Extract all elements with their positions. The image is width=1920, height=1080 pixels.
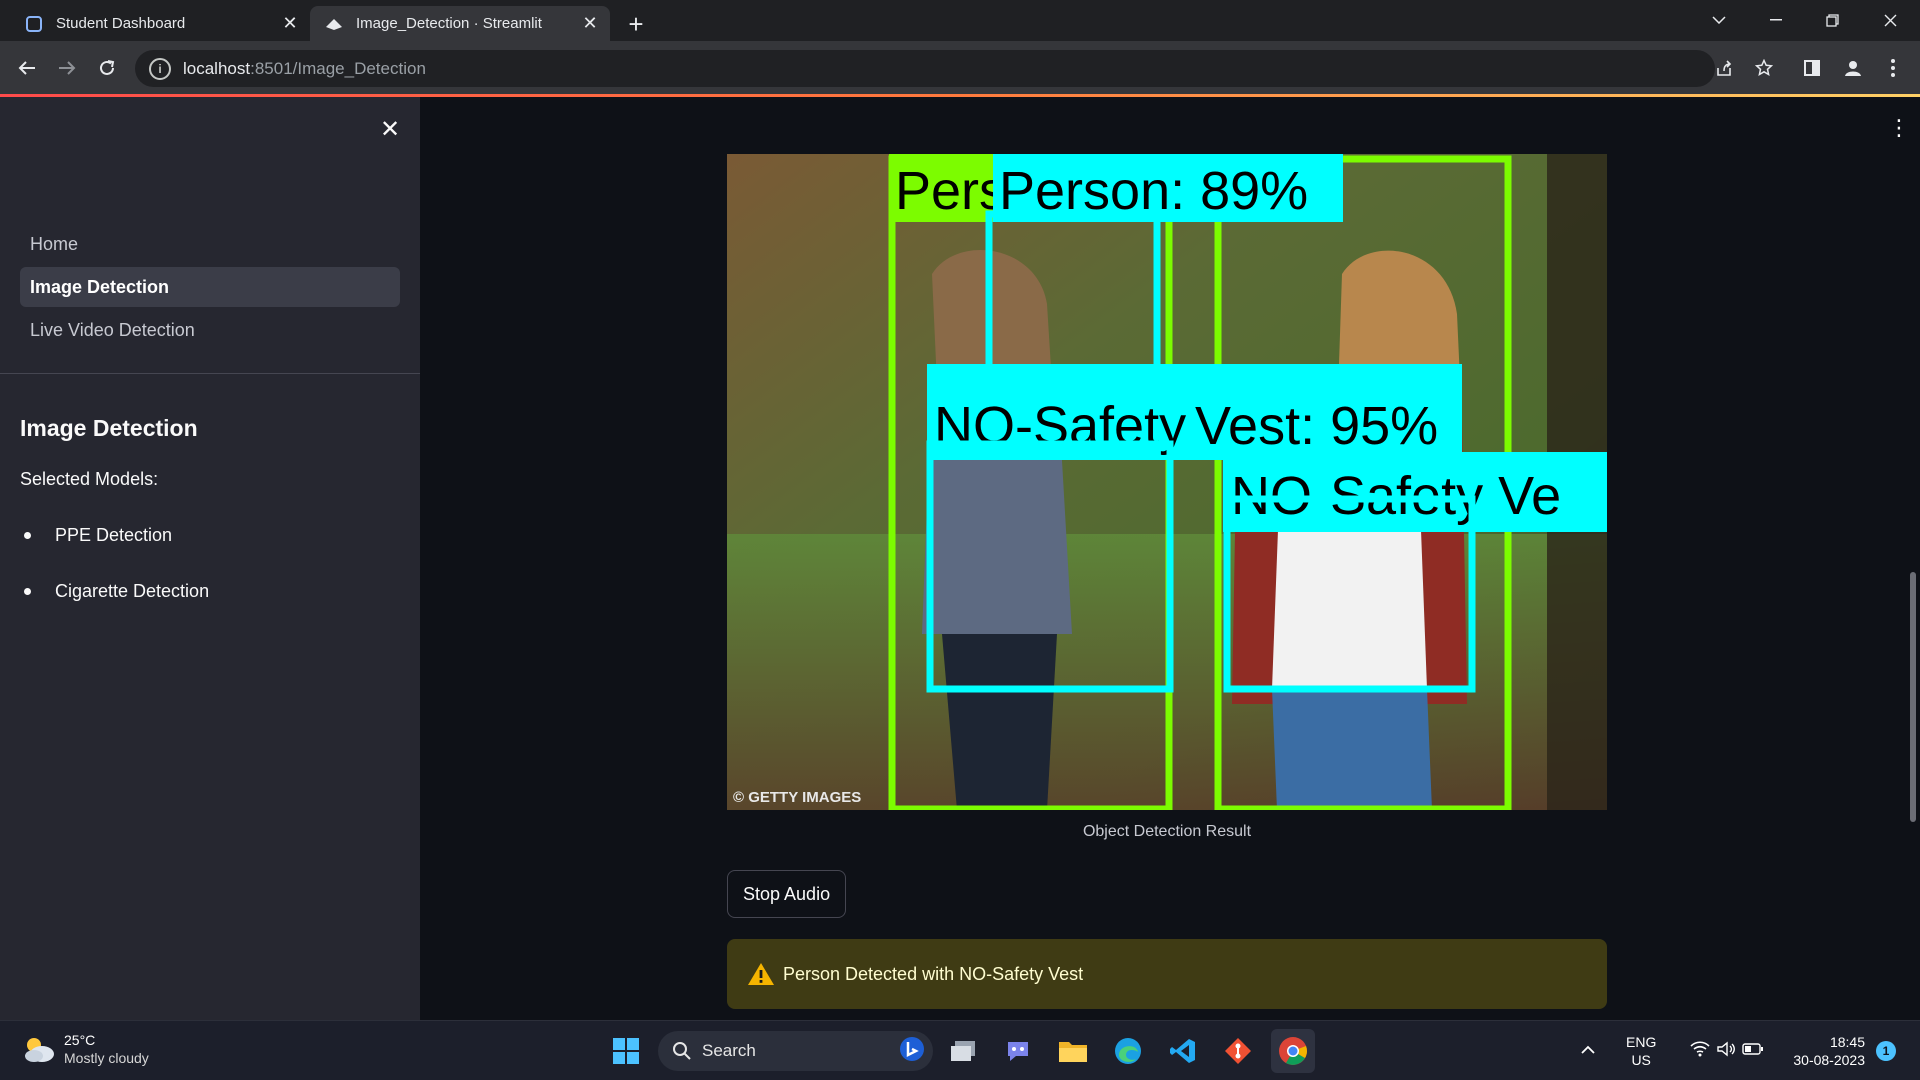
side-panel-icon[interactable] xyxy=(1795,51,1829,85)
browser-tab-bar: Student Dashboard ✕ Image_Detection · St… xyxy=(0,0,1920,41)
taskbar-search-box[interactable]: Search xyxy=(658,1031,933,1071)
battery-icon[interactable] xyxy=(1742,1042,1764,1061)
file-explorer-icon[interactable] xyxy=(1051,1029,1095,1073)
tray-overflow-chevron-icon[interactable] xyxy=(1580,1042,1596,1060)
sidebar-item-image-detection[interactable]: Image Detection xyxy=(20,267,400,307)
chrome-icon[interactable] xyxy=(1271,1029,1315,1073)
system-tray xyxy=(1580,1029,1764,1073)
streamlit-icon xyxy=(324,14,344,34)
bing-icon[interactable] xyxy=(899,1036,925,1067)
wifi-icon[interactable] xyxy=(1690,1040,1710,1062)
url-path: :8501/Image_Detection xyxy=(250,58,426,78)
tab-image-detection[interactable]: Image_Detection · Streamlit ✕ xyxy=(310,6,610,41)
url-text: localhost:8501/Image_Detection xyxy=(183,59,426,79)
edge-browser-icon[interactable] xyxy=(1106,1029,1150,1073)
app-menu-icon[interactable]: ⋮ xyxy=(1888,115,1910,141)
bullet xyxy=(24,532,31,539)
close-tab-icon[interactable]: ✕ xyxy=(278,12,302,36)
clock-date: 30-08-2023 xyxy=(1793,1052,1865,1068)
model-name: PPE Detection xyxy=(55,525,173,545)
language-indicator[interactable]: ENG US xyxy=(1626,1033,1656,1069)
close-sidebar-icon[interactable]: ✕ xyxy=(378,116,402,143)
sidebar-section-title: Image Detection xyxy=(20,415,198,441)
vest-label-top-right: Vest: 95% xyxy=(1195,396,1438,456)
keyboard-region: US xyxy=(1631,1052,1651,1068)
watermark-text: © GETTY IMAGES xyxy=(733,789,861,806)
model-list-item: Cigarette Detection xyxy=(20,581,209,602)
model-list-item: PPE Detection xyxy=(20,525,172,546)
sidebar-item-home[interactable]: Home xyxy=(20,224,400,264)
bullet xyxy=(24,588,31,595)
site-info-icon[interactable]: i xyxy=(149,57,171,80)
browser-toolbar: i localhost:8501/Image_Detection xyxy=(0,41,1920,96)
minimize-button[interactable] xyxy=(1754,4,1798,36)
windows-start-icon[interactable] xyxy=(604,1029,648,1073)
url-host: localhost xyxy=(183,58,251,78)
share-icon[interactable] xyxy=(1709,53,1739,83)
weather-temperature: 25°C xyxy=(64,1032,96,1048)
back-icon[interactable] xyxy=(10,51,44,85)
volume-icon[interactable] xyxy=(1716,1041,1736,1062)
taskbar: 25°C Mostly cloudy Search ENG US 18:45 3… xyxy=(0,1020,1920,1080)
scrollbar[interactable] xyxy=(1910,572,1916,822)
task-view-icon[interactable] xyxy=(941,1029,985,1073)
tab-title: Image_Detection · Streamlit xyxy=(356,15,542,32)
detection-image-svg: Pers Person: 89% NO-Safety Vest: 95% NO-… xyxy=(727,154,1607,810)
page-icon xyxy=(24,14,44,34)
clock[interactable]: 18:45 30-08-2023 xyxy=(1775,1033,1865,1069)
close-tab-icon[interactable]: ✕ xyxy=(578,12,602,36)
cloudy-weather-icon xyxy=(25,1038,54,1062)
new-tab-button[interactable]: + xyxy=(620,8,652,40)
search-icon xyxy=(673,1042,691,1060)
weather-description: Mostly cloudy xyxy=(64,1050,149,1066)
profile-icon[interactable] xyxy=(1836,51,1870,85)
tab-search-chevron-icon[interactable] xyxy=(1697,4,1741,36)
sidebar: ✕ Home Image Detection Live Video Detect… xyxy=(0,97,420,1020)
image-caption: Object Detection Result xyxy=(1082,823,1252,840)
tab-student-dashboard[interactable]: Student Dashboard ✕ xyxy=(10,6,310,41)
notification-badge[interactable]: 1 xyxy=(1876,1041,1896,1061)
close-window-button[interactable] xyxy=(1868,4,1912,36)
warning-alert: Person Detected with NO-Safety Vest xyxy=(727,939,1607,1009)
forward-icon[interactable] xyxy=(50,51,84,85)
selected-models-label: Selected Models: xyxy=(20,469,159,489)
bookmark-star-icon[interactable] xyxy=(1749,53,1779,83)
stop-audio-button[interactable]: Stop Audio xyxy=(727,870,847,918)
sidebar-item-live-video-detection[interactable]: Live Video Detection xyxy=(20,310,400,350)
detection-result-image: Pers Person: 89% NO-Safety Vest: 95% NO-… xyxy=(727,154,1607,810)
vscode-icon[interactable] xyxy=(1161,1029,1205,1073)
teams-chat-icon[interactable] xyxy=(996,1029,1040,1073)
alert-message: Person Detected with NO-Safety Vest xyxy=(783,963,1084,984)
weather-widget[interactable]: 25°C Mostly cloudy xyxy=(22,1031,149,1067)
search-label: Search xyxy=(702,1041,756,1060)
address-bar[interactable]: i localhost:8501/Image_Detection xyxy=(135,50,1773,87)
language-code: ENG xyxy=(1626,1034,1657,1050)
warning-icon xyxy=(748,963,774,985)
restore-button[interactable] xyxy=(1810,4,1854,36)
main-content: ⋮ Pers Person: 89% NO-Safety Vest: 95% N… xyxy=(420,97,1920,1020)
clock-time: 18:45 xyxy=(1829,1034,1865,1050)
reload-icon[interactable] xyxy=(90,51,124,85)
model-name: Cigarette Detection xyxy=(55,581,210,601)
browser-menu-icon[interactable] xyxy=(1876,51,1910,85)
sidebar-divider xyxy=(0,373,420,374)
tab-title: Student Dashboard xyxy=(56,15,186,32)
git-client-icon[interactable] xyxy=(1216,1029,1260,1073)
